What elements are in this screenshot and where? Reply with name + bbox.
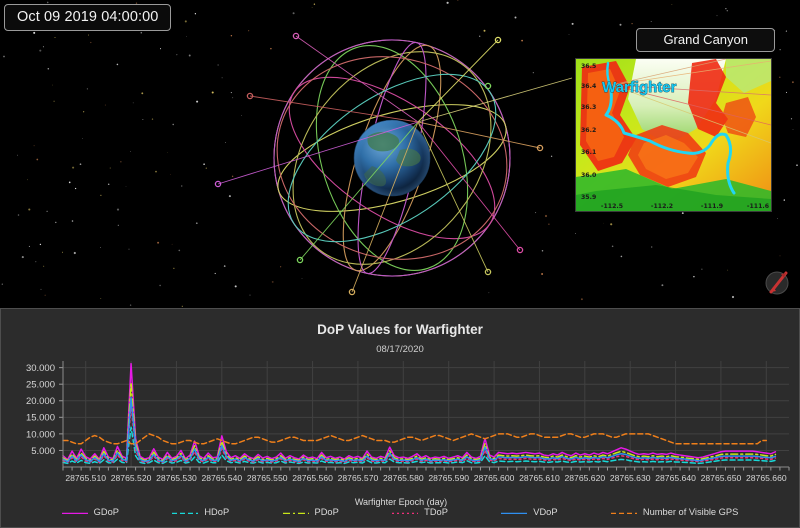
svg-text:36.3: 36.3 [581, 104, 596, 111]
chart-legend: GDoP HDoP PDoP TDoP VDoP Number of Visible GP… [1, 502, 799, 522]
legend-label: VDoP [533, 507, 558, 517]
x-tick-label: 28765.600 [474, 473, 515, 483]
x-tick-label: 28765.610 [519, 473, 560, 483]
legend-item-gdop[interactable]: GDoP [61, 507, 119, 517]
legend-swatch [610, 512, 637, 514]
y-tick-label: 10.000 [26, 429, 55, 440]
simulation-timestamp: Oct 09 2019 04:00:00 [4, 4, 172, 31]
legend-item-number-of-visible-gps[interactable]: Number of Visible GPS [610, 507, 739, 517]
y-tick-label: 25.000 [26, 380, 55, 391]
x-tick-label: 28765.640 [655, 473, 696, 483]
legend-swatch [61, 512, 88, 514]
dop-plot-svg: 28765.510 28765.520 28765.530 28765.540 2876… [26, 361, 790, 507]
earth-globe [353, 119, 431, 197]
legend-swatch [282, 512, 309, 514]
svg-text:36.1: 36.1 [581, 149, 596, 156]
svg-text:35.9: 35.9 [581, 194, 596, 201]
svg-text:-112.2: -112.2 [651, 203, 673, 210]
legend-label: TDoP [424, 507, 448, 517]
grid-layer [63, 361, 789, 467]
x-tick-label: 28765.520 [111, 473, 152, 483]
legend-label: PDoP [314, 507, 339, 517]
legend-item-tdop[interactable]: TDoP [392, 507, 448, 517]
svg-text:-112.5: -112.5 [601, 203, 623, 210]
x-tick-label: 28765.650 [701, 473, 742, 483]
x-tick-label: 28765.630 [610, 473, 651, 483]
legend-label: Number of Visible GPS [642, 507, 739, 517]
svg-text:-111.9: -111.9 [701, 203, 723, 210]
legend-swatch [501, 512, 528, 514]
svg-text:36.2: 36.2 [581, 127, 596, 134]
x-tick-label: 28765.530 [156, 473, 197, 483]
y-tick-label: 30.000 [26, 363, 55, 374]
legend-item-vdop[interactable]: VDoP [501, 507, 558, 517]
orbit-visualization-scene[interactable]: Oct 09 2019 04:00:00 Grand Canyon 36.5 3… [0, 0, 800, 308]
legend-swatch [172, 512, 199, 514]
legend-item-hdop[interactable]: HDoP [172, 507, 229, 517]
x-tick-label: 28765.580 [383, 473, 424, 483]
x-tick-label: 28765.540 [202, 473, 243, 483]
grand-canyon-title-button[interactable]: Grand Canyon [636, 28, 775, 52]
x-tick-label: 28765.550 [247, 473, 288, 483]
grand-canyon-terrain-map[interactable]: 36.5 36.4 36.3 36.2 36.1 36.0 35.9 -112.… [575, 58, 772, 212]
x-tick-label: 28765.620 [565, 473, 606, 483]
legend-label: GDoP [93, 507, 119, 517]
legend-swatch [392, 512, 419, 514]
y-tick-label: 20.000 [26, 396, 55, 407]
svg-text:36.0: 36.0 [581, 172, 597, 179]
y-tick-label: 5.000 [31, 446, 55, 457]
svg-text:36.4: 36.4 [581, 83, 597, 90]
x-tick-label: 28765.660 [746, 473, 787, 483]
legend-label: HDoP [204, 507, 230, 517]
x-tick-label: 28765.590 [428, 473, 469, 483]
xtick-label-layer: 28765.510 28765.520 28765.530 28765.540 2876… [65, 473, 786, 483]
dop-chart-panel[interactable]: DoP Values for Warfighter 08/17/2020 287… [0, 308, 800, 528]
svg-text:36.5: 36.5 [581, 63, 596, 70]
y-tick-label: 15.000 [26, 413, 55, 424]
ytick-label-layer: 5.000 10.000 15.000 20.000 25.000 30.000 [26, 363, 55, 457]
compass-widget[interactable] [760, 266, 794, 300]
x-tick-label: 28765.570 [338, 473, 379, 483]
x-tick-label: 28765.560 [292, 473, 333, 483]
warfighter-map-label: Warfighter [602, 79, 677, 96]
x-tick-label: 28765.510 [65, 473, 106, 483]
terrain-map-svg: 36.5 36.4 36.3 36.2 36.1 36.0 35.9 -112.… [576, 59, 771, 211]
legend-item-pdop[interactable]: PDoP [282, 507, 339, 517]
svg-text:-111.6: -111.6 [747, 203, 769, 210]
